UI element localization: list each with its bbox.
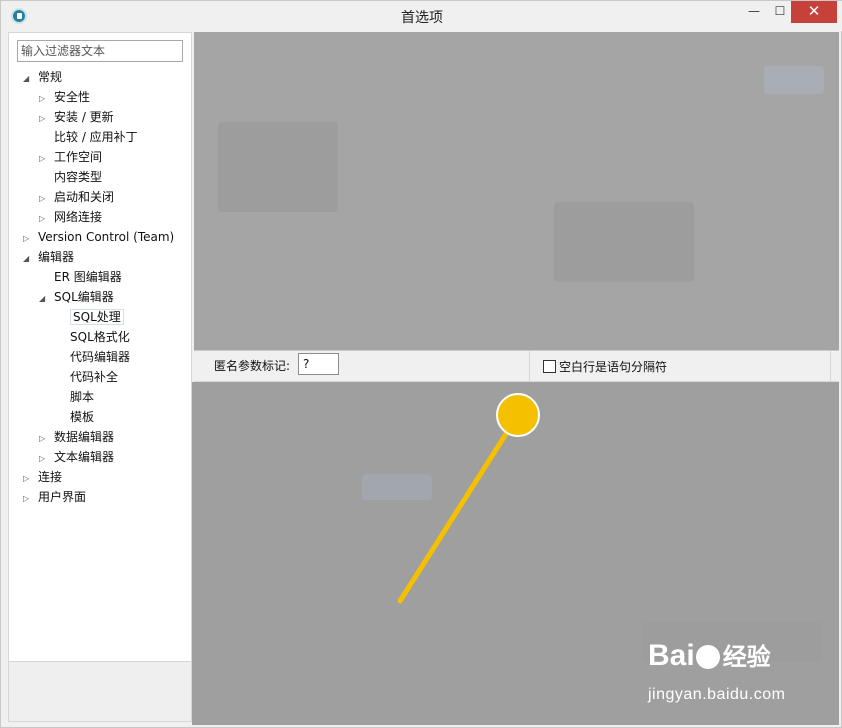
baidu-jingyan-watermark: Bai 经验 jingyan.baidu.com <box>648 637 785 703</box>
watermark-jingyan: 经验 <box>722 644 771 671</box>
annotation-pointer-line <box>397 412 521 604</box>
watermark-brand: Bai <box>648 639 695 672</box>
preferences-window: 首选项 — ☐ ✕ ◢常规 ▷安全性 ▷安装 / 更新 比较 / 应用补丁 ▷工… <box>0 0 842 728</box>
annotation-pointer <box>397 393 540 604</box>
annotation-pointer-dot <box>496 393 540 437</box>
watermark-url: jingyan.baidu.com <box>648 686 786 703</box>
baidu-paw-icon <box>695 645 720 669</box>
